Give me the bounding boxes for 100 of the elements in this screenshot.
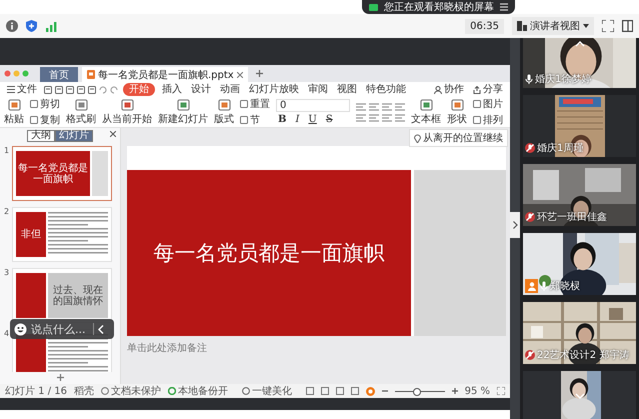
ribbon-button[interactable]: 新建幻灯片 (158, 98, 208, 126)
ribbon-button[interactable]: 重置 (240, 97, 270, 111)
ribbon-button[interactable]: 剪切 (30, 97, 60, 111)
window-controls-icon[interactable] (4, 70, 30, 77)
align-icon[interactable] (369, 102, 379, 110)
menu-tab[interactable]: 幻灯片放映 (247, 83, 301, 96)
format-button[interactable]: S (324, 114, 335, 125)
zoom-level: 95 % (464, 386, 490, 396)
align-icon[interactable] (356, 102, 366, 110)
resume-button[interactable]: 从离开的位置继续 (409, 129, 508, 147)
view-dropdown[interactable]: 演讲者视图 (512, 17, 594, 35)
protection-status[interactable]: 文档未保护 (111, 384, 161, 398)
ribbon-button[interactable]: 形状 (447, 98, 467, 126)
layout-icon (517, 21, 527, 31)
font-size-field[interactable]: 0 (276, 99, 350, 112)
sidebar-icon[interactable] (622, 20, 633, 32)
panel-tab[interactable]: 大纲 (27, 130, 55, 142)
participant-name: 婚庆1徐梦婷 (535, 72, 592, 86)
zoom-slider-thumb[interactable] (413, 388, 422, 396)
new-doc-icon[interactable] (44, 86, 52, 94)
banner-text: 您正在观看郑晓棂的屏幕 (384, 0, 494, 14)
ribbon-button[interactable]: 复制 (30, 113, 60, 127)
align-icon[interactable] (382, 102, 392, 110)
chat-input[interactable]: 说点什么... (31, 322, 89, 336)
format-button[interactable]: U (306, 114, 319, 125)
add-slide-icon[interactable] (56, 374, 64, 381)
info-icon[interactable] (6, 20, 18, 32)
undo-icon[interactable] (99, 86, 107, 94)
add-tab-icon[interactable] (256, 70, 263, 77)
chevron-left-icon[interactable] (98, 324, 104, 334)
document-tab[interactable]: 每一名党员都是一面旗帜.pptx (82, 67, 248, 82)
ribbon-button[interactable]: 图片 (473, 97, 503, 111)
home-tab[interactable]: 首页 (40, 67, 78, 82)
theme-label[interactable]: 稻壳 (74, 384, 94, 398)
person-icon (528, 282, 536, 290)
ribbon-button[interactable]: 排列 (473, 113, 503, 127)
ribbon-button[interactable]: 格式刷 (66, 98, 96, 126)
chevron-up-icon[interactable] (574, 41, 584, 47)
ribbon-button[interactable]: 粘贴 (4, 98, 24, 126)
align-icon[interactable] (395, 102, 405, 110)
menu-tab[interactable]: 视图 (335, 83, 359, 96)
signal-icon[interactable] (45, 20, 57, 32)
ribbon-button[interactable]: 文本框 (411, 98, 441, 126)
file-menu[interactable]: 文件 (5, 83, 39, 96)
menu-tab[interactable]: 特色功能 (364, 83, 408, 96)
normal-view-icon[interactable] (306, 387, 314, 395)
record-icon[interactable] (366, 386, 375, 396)
menu-tab[interactable]: 设计 (189, 83, 213, 96)
align-icon[interactable] (395, 114, 405, 122)
align-icon[interactable] (382, 114, 392, 122)
reading-view-icon[interactable] (336, 387, 344, 395)
menu-tab[interactable]: 审阅 (306, 83, 330, 96)
align-icon[interactable] (356, 114, 366, 122)
fit-icon[interactable] (497, 387, 505, 395)
menu-tab[interactable]: 开始 (123, 83, 155, 96)
slide-title: 过去、现在的国旗情怀 (48, 273, 108, 318)
format-button[interactable]: I (293, 114, 302, 125)
tool-icon (74, 98, 88, 110)
beautify-button[interactable]: 一键美化 (242, 384, 292, 398)
redo-icon[interactable] (110, 86, 118, 94)
meeting-timer: 06:35 (465, 18, 504, 34)
ribbon-button[interactable]: 版式 (214, 98, 234, 126)
align-icon[interactable] (369, 114, 379, 122)
ribbon-button[interactable]: 从当前开始 (102, 98, 152, 126)
backup-status[interactable]: 本地备份开 (178, 384, 228, 398)
format-button[interactable]: B (276, 114, 288, 125)
menu-icon[interactable] (500, 3, 508, 11)
person-icon (434, 86, 442, 94)
slide-title: 每一名党员都是一面旗帜 (154, 240, 384, 267)
panel-tab[interactable]: 幻灯片 (55, 130, 93, 142)
notes-view-icon[interactable] (351, 387, 359, 395)
collaborate-button[interactable]: 协作 (432, 83, 466, 96)
fullscreen-icon[interactable] (602, 20, 614, 32)
open-folder-icon[interactable] (55, 86, 63, 94)
tool-icon (120, 98, 134, 110)
menu-tab[interactable]: 动画 (218, 83, 242, 96)
share-button[interactable]: 分享 (471, 83, 505, 96)
participant-name: 环艺一班田佳鑫 (537, 210, 607, 224)
slide-thumbnail[interactable]: 每一名党员都是一面旗帜 (12, 146, 112, 201)
emoji-icon[interactable] (14, 322, 27, 336)
chevron-down-icon[interactable] (574, 393, 584, 399)
save-icon[interactable] (66, 86, 74, 94)
chat-toast[interactable]: 说点什么... (10, 319, 114, 339)
share-icon (473, 86, 481, 94)
location-pin-icon (414, 134, 421, 142)
slide-number: 2 (4, 207, 10, 218)
collapse-toggle[interactable] (510, 212, 520, 238)
menu-tab[interactable]: 插入 (160, 83, 184, 96)
slide-number: 4 (4, 329, 10, 340)
notes-field[interactable]: 单击此处添加备注 (127, 342, 277, 355)
slide-thumbnail[interactable]: 非但 (12, 207, 112, 262)
slide-sorter-icon[interactable] (321, 387, 329, 395)
tool-icon (420, 98, 432, 110)
print-icon[interactable] (77, 86, 85, 94)
close-icon[interactable] (236, 72, 243, 78)
close-icon[interactable] (110, 131, 116, 137)
zoom-in-icon[interactable] (452, 388, 458, 394)
preview-icon[interactable] (88, 86, 96, 94)
slide-count: 幻灯片 1 / 16 (5, 384, 67, 398)
ribbon-button[interactable]: 节 (240, 113, 270, 127)
